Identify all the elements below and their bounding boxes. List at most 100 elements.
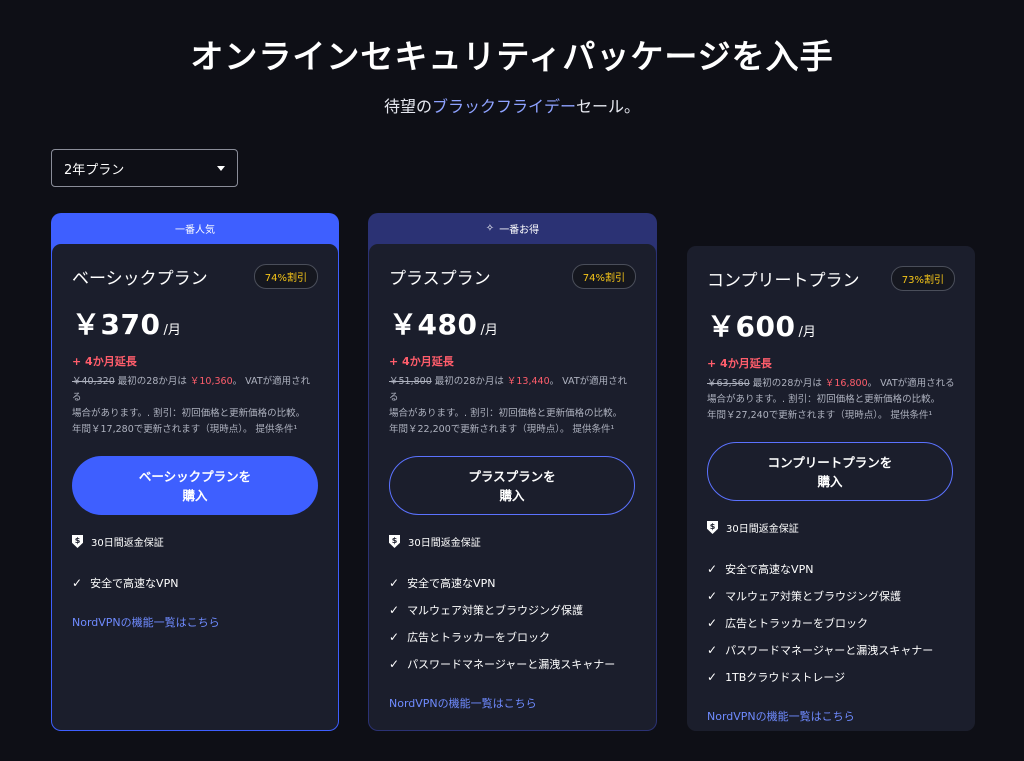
buy-label: プラスプランを bbox=[468, 468, 556, 484]
plan-banner-label: 一番人気 bbox=[175, 225, 215, 236]
features-link[interactable]: NordVPNの機能一覧はこちら bbox=[72, 614, 220, 630]
feature-label: パスワードマネージャーと漏洩スキャナー bbox=[407, 657, 616, 671]
fine-text: 。 VATが適用される bbox=[867, 378, 955, 389]
feature-item: ✓ パスワードマネージャーと漏洩スキャナー bbox=[389, 650, 636, 677]
price-amount: ￥370 bbox=[72, 308, 161, 341]
feature-list: ✓ 安全で高速なVPN ✓ マルウェア対策とブラウジング保護 ✓ 広告とトラッカーをブ… bbox=[707, 555, 955, 690]
feature-item: ✓ 安全で高速なVPN bbox=[72, 569, 318, 596]
old-price: ￥40,320 bbox=[72, 376, 115, 387]
extension-note: + 4か月延長 bbox=[72, 355, 137, 368]
plan-price: ￥600 /月 bbox=[707, 305, 955, 345]
plan-banner-label: 一番お得 bbox=[499, 225, 540, 236]
feature-item: ✓ 広告とトラッカーをブロック bbox=[707, 609, 955, 636]
fine-text: 場合があります。. 割引：初回価格と更新価格の比較。 bbox=[72, 408, 306, 419]
feature-item: ✓ 安全で高速なVPN bbox=[389, 569, 636, 596]
price-amount: ￥600 bbox=[707, 310, 796, 343]
plan-card-complete: コンプリートプラン 73%割引 ￥600 /月 + 4か月延長 ￥63,560 … bbox=[687, 246, 975, 731]
buy-label: 購入 bbox=[817, 473, 843, 489]
buy-basic-button[interactable]: ベーシックプランを 購入 bbox=[72, 456, 318, 515]
discount-badge: 74%割引 bbox=[571, 264, 636, 289]
feature-label: 安全で高速なVPN bbox=[725, 562, 814, 576]
feature-label: 1TBクラウドストレージ bbox=[725, 670, 846, 684]
feature-label: 広告とトラッカーをブロック bbox=[725, 616, 869, 630]
renewal-terms-link[interactable]: 年間￥17,280で更新されます（現時点）。 提供条件¹ bbox=[72, 424, 297, 435]
plan-price: ￥370 /月 bbox=[72, 303, 318, 343]
subtitle-prefix: 待望の bbox=[383, 97, 432, 116]
money-back-guarantee: $ 30日間返金保証 bbox=[72, 534, 318, 549]
check-icon: ✓ bbox=[389, 602, 400, 617]
feature-item: ✓ マルウェア対策とブラウジング保護 bbox=[707, 582, 955, 609]
plan-price: ￥480 /月 bbox=[389, 303, 636, 343]
money-back-guarantee: $ 30日間返金保証 bbox=[389, 534, 636, 549]
feature-item: ✓ マルウェア対策とブラウジング保護 bbox=[389, 596, 636, 623]
feature-label: パスワードマネージャーと漏洩スキャナー bbox=[725, 643, 934, 657]
buy-plus-button[interactable]: プラスプランを 購入 bbox=[389, 456, 635, 515]
pricing-fine-print: ￥40,320 最初の28か月は ￥10,360。 VATが適用される 場合があ… bbox=[72, 374, 318, 438]
subtitle-suffix: セール。 bbox=[576, 97, 641, 116]
feature-item: ✓ パスワードマネージャーと漏洩スキャナー bbox=[707, 636, 955, 663]
extension-note: + 4か月延長 bbox=[707, 357, 772, 370]
page-title: オンラインセキュリティパッケージを入手 bbox=[190, 37, 834, 76]
buy-label: 購入 bbox=[499, 487, 525, 503]
plan-card-plus: ✧ 一番お得 プラスプラン 74%割引 ￥480 /月 + 4か月延長 ￥51,… bbox=[368, 213, 657, 731]
pricing-fine-print: ￥63,560 最初の28か月は ￥16,800。 VATが適用される 場合があ… bbox=[707, 376, 955, 424]
check-icon: ✓ bbox=[707, 561, 718, 576]
fine-text: 場合があります。. 割引：初回価格と更新価格の比較。 bbox=[389, 408, 623, 419]
fine-text: 最初の28か月は bbox=[749, 378, 825, 389]
feature-item: ✓ 1TBクラウドストレージ bbox=[707, 663, 955, 690]
shield-dollar-icon: $ bbox=[72, 535, 83, 548]
check-icon: ✓ bbox=[389, 575, 400, 590]
guarantee-label: 30日間返金保証 bbox=[91, 538, 164, 549]
shield-dollar-icon: $ bbox=[707, 521, 718, 534]
plan-name: プラスプラン bbox=[389, 269, 491, 289]
feature-label: マルウェア対策とブラウジング保護 bbox=[725, 589, 902, 603]
check-icon: ✓ bbox=[72, 575, 83, 590]
check-icon: ✓ bbox=[389, 629, 400, 644]
pricing-fine-print: ￥51,800 最初の28か月は ￥13,440。 VATが適用される 場合があ… bbox=[389, 374, 636, 438]
check-icon: ✓ bbox=[707, 642, 718, 657]
plan-name: ベーシックプラン bbox=[72, 269, 208, 289]
first-term-price: ￥10,360 bbox=[189, 376, 233, 387]
old-price: ￥63,560 bbox=[707, 378, 750, 389]
fine-text: 最初の28か月は bbox=[114, 376, 190, 387]
feature-item: ✓ 安全で高速なVPN bbox=[707, 555, 955, 582]
check-icon: ✓ bbox=[389, 656, 400, 671]
features-link[interactable]: NordVPNの機能一覧はこちら bbox=[389, 695, 537, 711]
page-subtitle: 待望のブラックフライデーセール。 bbox=[0, 93, 1024, 117]
plan-card-basic: 一番人気 ベーシックプラン 74%割引 ￥370 /月 + 4か月延長 ￥40,… bbox=[51, 213, 339, 731]
renewal-terms-link[interactable]: 年間￥22,200で更新されます（現時点）。 提供条件¹ bbox=[389, 424, 614, 435]
feature-label: 安全で高速なVPN bbox=[407, 576, 496, 590]
discount-badge: 74%割引 bbox=[253, 264, 318, 289]
fine-text: 最初の28か月は bbox=[431, 376, 507, 387]
price-unit: /月 bbox=[480, 323, 498, 338]
renewal-terms-link[interactable]: 年間￥27,240で更新されます（現時点）。 提供条件¹ bbox=[707, 410, 932, 421]
feature-label: 広告とトラッカーをブロック bbox=[407, 630, 551, 644]
price-unit: /月 bbox=[163, 323, 181, 338]
buy-label: 購入 bbox=[182, 487, 208, 503]
shield-dollar-icon: $ bbox=[389, 535, 400, 548]
discount-badge: 73%割引 bbox=[890, 266, 955, 291]
plan-duration-select[interactable]: 2年プラン bbox=[51, 149, 238, 187]
buy-complete-button[interactable]: コンプリートプランを 購入 bbox=[707, 442, 953, 501]
chevron-down-icon bbox=[217, 165, 225, 171]
price-unit: /月 bbox=[798, 325, 816, 340]
first-term-price: ￥16,800 bbox=[824, 378, 868, 389]
guarantee-label: 30日間返金保証 bbox=[408, 538, 481, 549]
buy-label: コンプリートプランを bbox=[767, 454, 893, 470]
check-icon: ✓ bbox=[707, 669, 718, 684]
money-back-guarantee: $ 30日間返金保証 bbox=[707, 520, 955, 535]
feature-list: ✓ 安全で高速なVPN ✓ マルウェア対策とブラウジング保護 ✓ 広告とトラッカーをブ… bbox=[389, 569, 636, 677]
fine-text: 場合があります。. 割引：初回価格と更新価格の比較。 bbox=[707, 394, 941, 405]
plan-banner: 一番人気 bbox=[51, 213, 339, 244]
feature-label: マルウェア対策とブラウジング保護 bbox=[407, 603, 584, 617]
feature-list: ✓ 安全で高速なVPN bbox=[72, 569, 318, 596]
plan-duration-value: 2年プラン bbox=[64, 162, 125, 178]
extension-note: + 4か月延長 bbox=[389, 355, 454, 368]
old-price: ￥51,800 bbox=[389, 376, 432, 387]
check-icon: ✓ bbox=[707, 615, 718, 630]
feature-item: ✓ 広告とトラッカーをブロック bbox=[389, 623, 636, 650]
subtitle-highlight: ブラックフライデー bbox=[431, 97, 576, 116]
features-link[interactable]: NordVPNの機能一覧はこちら bbox=[707, 708, 855, 724]
plan-banner: ✧ 一番お得 bbox=[368, 213, 657, 244]
first-term-price: ￥13,440 bbox=[506, 376, 550, 387]
